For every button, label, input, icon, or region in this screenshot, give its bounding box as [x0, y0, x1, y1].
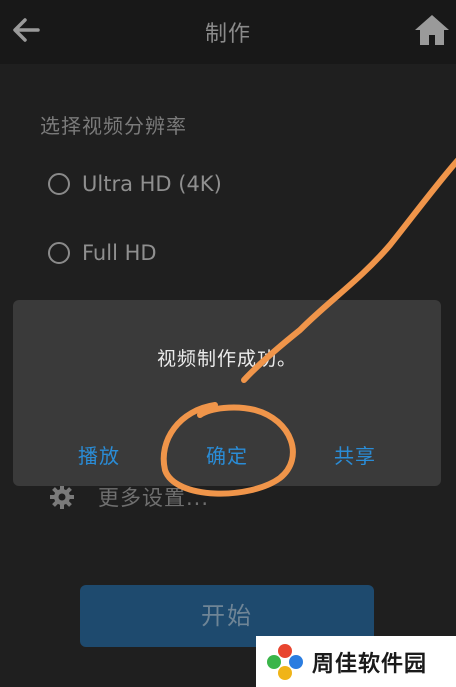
radio-option-ultra-hd[interactable]: Ultra HD (4K)	[48, 168, 222, 200]
success-dialog: 视频制作成功。 播放 确定 共享	[13, 300, 441, 486]
radio-button[interactable]	[48, 242, 70, 264]
more-settings-row[interactable]: 更多设置...	[48, 482, 209, 512]
radio-label: Full HD	[82, 241, 157, 265]
home-button[interactable]	[412, 10, 452, 50]
more-settings-label: 更多设置...	[98, 486, 210, 510]
dialog-message: 视频制作成功。	[156, 348, 297, 370]
watermark-text: 周佳软件园	[312, 651, 428, 677]
radio-label: Ultra HD (4K)	[82, 172, 222, 196]
page-title: 制作	[204, 22, 251, 47]
play-button[interactable]: 播放	[78, 440, 120, 469]
pinwheel-logo-icon	[267, 643, 303, 680]
resolution-section-title: 选择视频分辨率	[40, 114, 187, 138]
share-button[interactable]: 共享	[334, 440, 376, 469]
radio-button[interactable]	[48, 173, 70, 195]
header-bar: 制作	[0, 0, 456, 64]
gear-icon	[50, 485, 74, 509]
home-icon	[415, 15, 449, 45]
ok-button[interactable]: 确定	[206, 440, 248, 469]
watermark: 周佳软件园	[256, 636, 456, 687]
radio-option-full-hd[interactable]: Full HD	[48, 237, 157, 269]
